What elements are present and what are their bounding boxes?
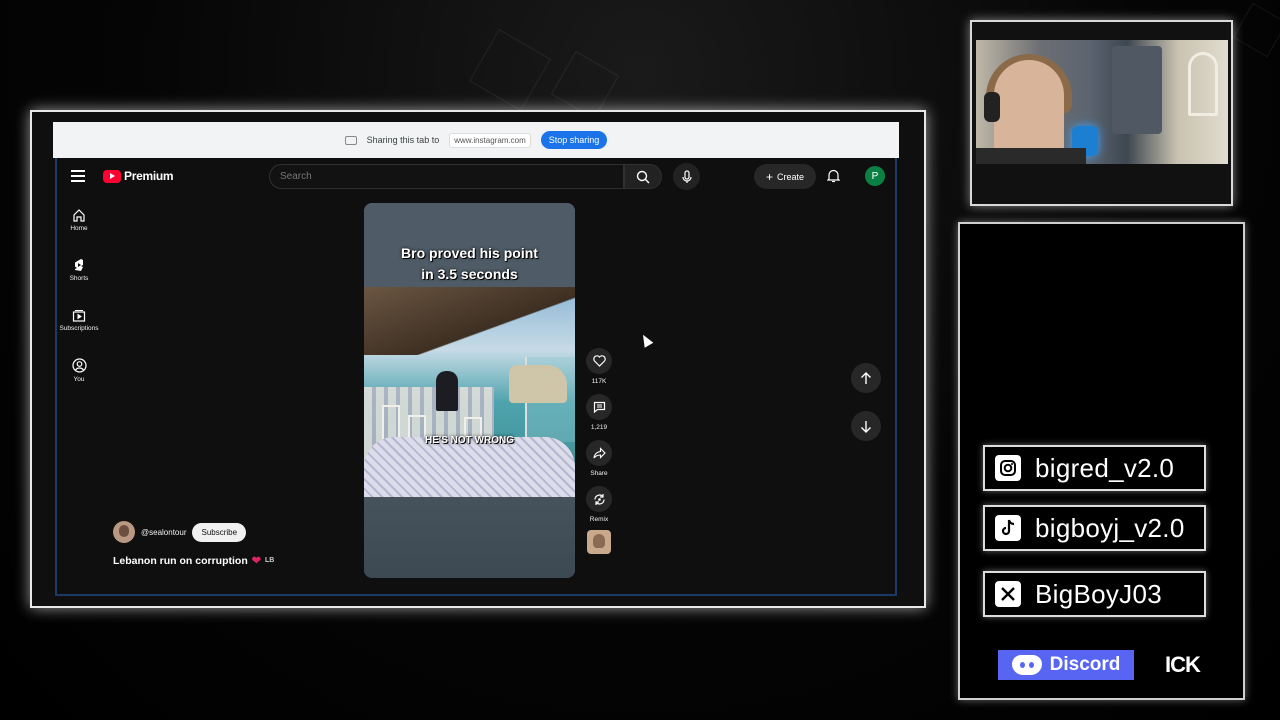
share-label: Share [590, 470, 608, 477]
short-actions: 117K 1,219 Share Remix [583, 348, 615, 554]
lebanon-flag-emoji: LB [264, 557, 275, 564]
channel-avatar[interactable] [113, 521, 135, 543]
caption-line-1: Bro proved his point [401, 245, 538, 261]
comment-action: 1,219 [583, 394, 615, 431]
sidebar-label: You [73, 376, 85, 383]
x-handle: BigBoyJ03 [1035, 578, 1162, 609]
short-video-player[interactable]: Bro proved his point in 3.5 seconds HE'S… [364, 203, 575, 578]
sidebar-label: Home [70, 225, 88, 232]
video-overlay-text: HE'S NOT WRONG [424, 435, 515, 446]
heart-icon [592, 355, 606, 367]
search-icon [636, 170, 650, 183]
video-bottom-area [364, 497, 575, 578]
create-button[interactable]: + Create [754, 164, 816, 189]
bell-icon [826, 169, 841, 183]
subscriptions-icon [72, 310, 86, 322]
comment-count: 1,219 [590, 424, 608, 431]
youtube-header: Premium + Create P [57, 158, 895, 196]
screen-share-icon [344, 135, 357, 145]
comments-button[interactable] [586, 394, 612, 420]
search-input[interactable] [280, 171, 623, 182]
home-icon [73, 209, 85, 222]
discord-icon [1011, 655, 1042, 675]
video-frame-restaurant-scene [364, 287, 575, 497]
red-heart-emoji: ❤ [251, 555, 261, 567]
previous-short-button[interactable] [851, 363, 881, 393]
microphone-icon [681, 169, 692, 183]
plus-icon: + [765, 169, 773, 184]
tiktok-handle: bigboyj_v2.0 [1035, 512, 1185, 543]
stop-sharing-button[interactable]: Stop sharing [540, 131, 608, 149]
channel-row: @sealontour Subscribe [113, 521, 247, 543]
caption-line-2: in 3.5 seconds [421, 266, 518, 282]
sidebar-item-shorts[interactable]: Shorts [57, 258, 101, 308]
discord-badge: Discord [998, 650, 1134, 680]
like-count: 117K [591, 378, 607, 385]
search-box [269, 164, 624, 189]
shorts-navigation [851, 363, 881, 459]
arrow-up-icon [861, 371, 871, 384]
video-title-text: Lebanon run on corruption [113, 554, 248, 567]
sharing-url: www.instagram.com [449, 132, 531, 148]
notifications-button[interactable] [826, 168, 841, 188]
share-icon [592, 447, 606, 459]
instagram-handle: bigred_v2.0 [1035, 452, 1175, 483]
video-caption: Bro proved his point in 3.5 seconds [364, 243, 575, 285]
create-label: Create [777, 171, 805, 182]
video-title: Lebanon run on corruption ❤ LB [113, 554, 275, 568]
webcam-feed [976, 40, 1228, 182]
sidebar-item-you[interactable]: You [57, 358, 101, 408]
comment-icon [593, 401, 605, 413]
youtube-play-icon [103, 169, 121, 183]
sound-channel-thumbnail[interactable] [587, 530, 611, 554]
like-button[interactable] [586, 348, 612, 374]
you-icon [71, 358, 87, 373]
sidebar-item-home[interactable]: Home [57, 208, 101, 258]
channel-handle[interactable]: @sealontour [141, 528, 186, 537]
tab-sharing-bar: Sharing this tab to www.instagram.com St… [53, 122, 899, 158]
next-short-button[interactable] [851, 411, 881, 441]
remix-button[interactable] [586, 486, 612, 512]
arrow-down-icon [861, 420, 871, 433]
instagram-icon [995, 455, 1021, 481]
youtube-premium-logo[interactable]: Premium [103, 169, 174, 183]
account-avatar[interactable]: P [865, 166, 885, 186]
x-handle-card: BigBoyJ03 [983, 571, 1206, 617]
menu-icon[interactable] [71, 170, 85, 182]
voice-search-button[interactable] [673, 163, 700, 190]
like-action: 117K [583, 348, 615, 385]
shorts-icon [75, 259, 83, 271]
ick-logo: ICK [1165, 652, 1201, 677]
tiktok-icon [995, 515, 1021, 541]
share-action: Share [583, 440, 615, 477]
subscribe-button[interactable]: Subscribe [192, 522, 247, 542]
youtube-shorts-page: Premium + Create P Home Shorts [55, 158, 897, 596]
remix-icon [593, 493, 605, 505]
logo-text: Premium [124, 169, 174, 183]
sidebar-label: Shorts [69, 275, 89, 282]
search-button[interactable] [624, 164, 662, 189]
tiktok-handle-card: bigboyj_v2.0 [983, 505, 1206, 551]
discord-label: Discord [1049, 654, 1121, 675]
share-button[interactable] [586, 440, 612, 466]
instagram-handle-card: bigred_v2.0 [983, 445, 1206, 491]
x-icon [995, 581, 1021, 607]
remix-label: Remix [589, 516, 609, 523]
sharing-text: Sharing this tab to [366, 135, 440, 145]
sidebar: Home Shorts Subscriptions You [57, 208, 101, 408]
sidebar-label: Subscriptions [59, 325, 99, 332]
remix-action: Remix [583, 486, 615, 523]
sidebar-item-subscriptions[interactable]: Subscriptions [57, 308, 101, 358]
